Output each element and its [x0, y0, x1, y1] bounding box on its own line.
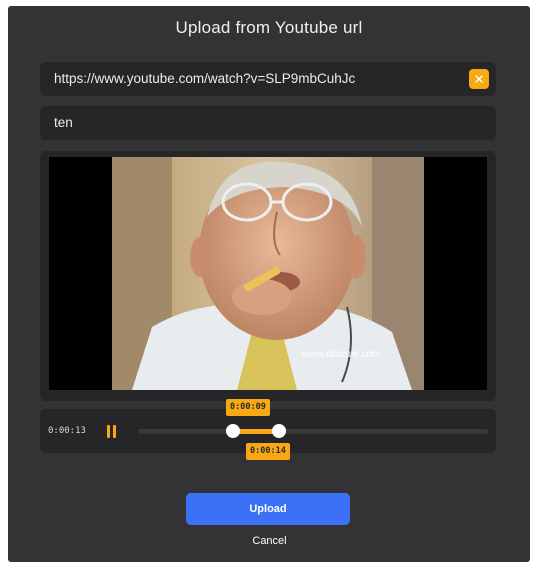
trim-end-label: 0:00:14 — [246, 443, 290, 460]
url-input[interactable]: https://www.youtube.com/watch?v=SLP9mbCu… — [40, 62, 496, 96]
url-input-value: https://www.youtube.com/watch?v=SLP9mbCu… — [54, 71, 356, 86]
trim-start-handle[interactable] — [226, 424, 240, 438]
trim-start-label: 0:00:09 — [226, 399, 270, 416]
video-preview-container: www.dracule.com — [40, 151, 496, 401]
clear-url-button[interactable] — [469, 69, 489, 89]
timeline-track[interactable] — [138, 424, 488, 438]
name-input[interactable]: ten — [40, 106, 496, 140]
pause-icon-bar-left — [107, 425, 110, 438]
trim-end-handle[interactable] — [272, 424, 286, 438]
cancel-button[interactable]: Cancel — [0, 535, 539, 547]
upload-button[interactable]: Upload — [186, 493, 350, 525]
upload-dialog: Upload from Youtube url https://www.yout… — [8, 6, 530, 562]
name-input-value: ten — [54, 115, 73, 130]
watermark-text: www.dracule.com — [301, 349, 380, 360]
video-frame: www.dracule.com — [112, 157, 424, 390]
close-icon — [475, 75, 483, 83]
pause-icon-bar-right — [113, 425, 116, 438]
current-time: 0:00:13 — [48, 426, 86, 436]
dialog-title: Upload from Youtube url — [175, 18, 363, 37]
video-player[interactable]: www.dracule.com — [49, 157, 487, 390]
pause-button[interactable] — [106, 425, 118, 438]
